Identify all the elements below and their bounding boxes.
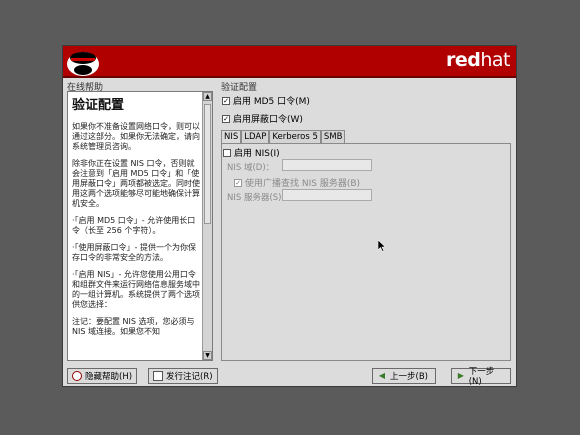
scroll-thumb[interactable] <box>204 104 211 224</box>
shadowman-logo-icon <box>63 46 103 76</box>
arrow-left-icon: ◀ <box>378 371 386 380</box>
enable-nis-label: 启用 NIS(I) <box>234 149 280 159</box>
redhat-wordmark: redhat <box>446 49 510 71</box>
help-paragraph: ·「使用屏蔽口令」- 提供一个为你保存口令的非常安全的方法。 <box>72 243 196 262</box>
tab-kerberos[interactable]: Kerberos 5 <box>269 130 321 143</box>
help-content: 验证配置 如果你不准备设置网络口令，则可以通过这部分。如果你无法确定，请向系统管… <box>72 96 200 344</box>
next-label: 下一步(N) <box>468 367 495 387</box>
next-button[interactable]: ▶ 下一步(N) <box>451 367 511 387</box>
help-paragraph: 注记：要配置 NIS 选项，您必须与 NIS 域连接。如果您不知 <box>72 317 195 336</box>
enable-nis-row[interactable]: 启用 NIS(I) <box>223 146 280 159</box>
back-button[interactable]: ◀ 上一步(B) <box>372 368 436 384</box>
help-heading: 验证配置 <box>72 98 125 113</box>
hide-help-button[interactable]: 隐藏帮助(H) <box>67 368 138 384</box>
help-lifebuoy-icon <box>72 371 82 381</box>
back-label: 上一步(B) <box>390 372 428 382</box>
help-scrollbar[interactable]: ▲ ▼ <box>202 92 212 360</box>
nis-server-label: NIS 服务器(S)： <box>227 193 290 203</box>
scroll-down-arrow-icon[interactable]: ▼ <box>203 351 212 360</box>
release-notes-label: 发行注记(R) <box>166 372 213 382</box>
arrow-right-icon: ▶ <box>457 371 464 380</box>
shadow-checkbox[interactable]: ✓ <box>222 114 230 123</box>
scroll-up-arrow-icon[interactable]: ▲ <box>203 92 212 101</box>
shadow-label: 启用屏蔽口令(W) <box>233 115 303 125</box>
tab-smb[interactable]: SMB <box>320 130 346 143</box>
help-paragraph: 如果你不准备设置网络口令，则可以通过这部分。如果你无法确定，请向系统管理员咨询。 <box>72 122 200 151</box>
shadow-checkbox-row[interactable]: ✓ 启用屏蔽口令(W) <box>222 112 303 125</box>
help-pane[interactable]: 验证配置 如果你不准备设置网络口令，则可以通过这部分。如果你无法确定，请向系统管… <box>67 91 213 361</box>
redhat-banner: redhat <box>63 46 516 78</box>
auth-tabs: NIS LDAP Kerberos 5 SMB <box>221 130 346 144</box>
document-icon <box>153 371 163 381</box>
release-notes-button[interactable]: 发行注记(R) <box>148 368 218 384</box>
broadcast-checkbox[interactable]: ✓ <box>234 178 242 187</box>
installer-window: redhat 在线帮助 验证配置 如果你不准备设置网络口令，则可以通过这部分。如… <box>62 45 517 387</box>
nis-tab-panel: 启用 NIS(I) NIS 域(D)： ✓ 使用广播查找 NIS 服务器(B) … <box>221 143 511 361</box>
nis-server-field[interactable] <box>282 189 372 201</box>
md5-checkbox[interactable]: ✓ <box>222 96 230 105</box>
mouse-cursor-icon <box>378 240 386 252</box>
nis-domain-field[interactable] <box>282 159 372 171</box>
help-paragraph: ·「启用 MD5 口令」- 允许使用长口令（长至 256 个字符）。 <box>72 216 196 235</box>
auth-section-title: 验证配置 <box>221 83 258 93</box>
hide-help-label: 隐藏帮助(H) <box>85 372 133 382</box>
tab-ldap[interactable]: LDAP <box>241 130 270 143</box>
help-paragraph: 除非你正在设置 NIS 口令，否则就会注意到「启用 MD5 口令」和「使用屏蔽口… <box>72 159 200 208</box>
md5-label: 启用 MD5 口令(M) <box>233 97 310 107</box>
broadcast-row[interactable]: ✓ 使用广播查找 NIS 服务器(B) <box>234 176 360 189</box>
tab-nis[interactable]: NIS <box>221 130 242 144</box>
nis-domain-label: NIS 域(D)： <box>227 163 275 173</box>
enable-nis-checkbox[interactable] <box>223 148 231 157</box>
broadcast-label: 使用广播查找 NIS 服务器(B) <box>245 179 361 189</box>
help-paragraph: ·「启用 NIS」- 允许您使用公用口令和组群文件来运行网络信息服务域中的一组计… <box>72 270 200 309</box>
md5-checkbox-row[interactable]: ✓ 启用 MD5 口令(M) <box>222 94 310 107</box>
